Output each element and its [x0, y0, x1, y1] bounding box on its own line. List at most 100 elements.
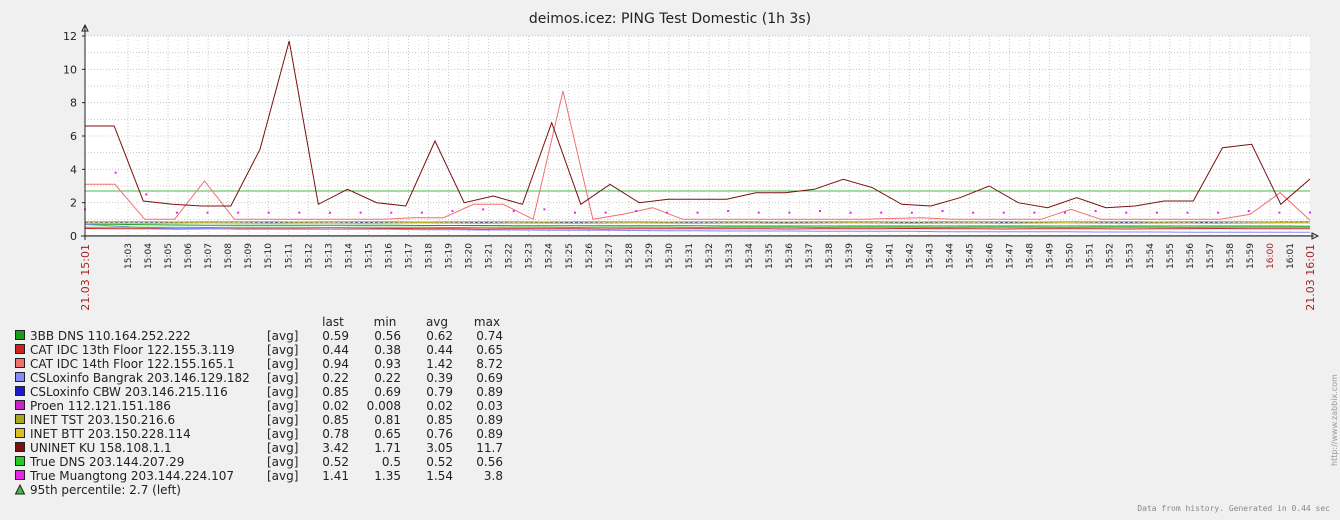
legend-avg-value: 0.39: [426, 371, 453, 385]
legend-func: [avg]: [267, 385, 298, 399]
series-point: [1156, 212, 1158, 214]
legend-func: [avg]: [267, 357, 298, 371]
legend-series-name: 3BB DNS 110.164.252.222: [30, 329, 191, 343]
legend-min-value: 1.71: [374, 441, 401, 455]
x-tick-label: 15:57: [1206, 243, 1216, 269]
legend-avg-value: 0.85: [426, 413, 453, 427]
series-point: [1095, 210, 1097, 212]
y-tick-label: 0: [70, 230, 77, 243]
legend-min-value: 0.93: [374, 357, 401, 371]
legend-max-value: 0.74: [476, 329, 503, 343]
legend-last-value: 0.59: [322, 329, 349, 343]
x-tick-label: 15:44: [945, 243, 955, 269]
legend-min-value: 0.56: [374, 329, 401, 343]
legend-last-value: 0.44: [322, 343, 349, 357]
x-tick-label: 15:22: [505, 243, 515, 269]
legend-last-value: 1.41: [322, 469, 349, 483]
x-tick-label: 15:34: [745, 243, 755, 269]
legend-avg-value: 1.54: [426, 469, 453, 483]
legend-series-name: UNINET KU 158.108.1.1: [30, 441, 172, 455]
legend: lastminavgmax3BB DNS 110.164.252.222[avg…: [16, 315, 504, 497]
legend-max-value: 8.72: [476, 357, 503, 371]
legend-min-value: 0.22: [374, 371, 401, 385]
x-tick-label: 15:03: [124, 243, 134, 269]
x-tick-label: 15:55: [1166, 243, 1176, 269]
percentile-triangle-icon: [16, 485, 25, 494]
y-tick-label: 10: [63, 63, 77, 76]
series-point: [697, 212, 699, 214]
legend-avg-value: 0.79: [426, 385, 453, 399]
x-tick-label: 15:46: [985, 243, 995, 269]
legend-last-value: 3.42: [322, 441, 349, 455]
grid: [85, 36, 1310, 236]
legend-avg-value: 0.62: [426, 329, 453, 343]
legend-series-name: CSLoxinfo CBW 203.146.215.116: [30, 385, 228, 399]
legend-func: [avg]: [267, 371, 298, 385]
legend-min-value: 0.008: [367, 399, 401, 413]
series-point: [329, 212, 331, 214]
series-point: [1064, 212, 1066, 214]
series-point: [1125, 212, 1127, 214]
series-point: [268, 212, 270, 214]
x-tick-label: 15:04: [144, 243, 154, 269]
series-point: [1309, 212, 1311, 214]
x-tick-label: 15:05: [164, 243, 174, 269]
legend-swatch: [16, 471, 25, 480]
x-tick-label: 15:17: [404, 243, 414, 269]
legend-last-value: 0.78: [322, 427, 349, 441]
legend-min-value: 1.35: [374, 469, 401, 483]
legend-max-value: 0.65: [476, 343, 503, 357]
series-point: [880, 212, 882, 214]
legend-func: [avg]: [267, 343, 298, 357]
legend-max-value: 0.69: [476, 371, 503, 385]
x-tick-label: 15:13: [324, 243, 334, 269]
x-tick-label: 15:12: [304, 243, 314, 269]
ping-graph: deimos.icez: PING Test Domestic (1h 3s) …: [0, 0, 1340, 516]
x-tick-label: 15:08: [224, 243, 234, 269]
series-point: [574, 212, 576, 214]
x-tick-label: 15:25: [565, 243, 575, 269]
x-tick-label: 15:09: [244, 243, 254, 269]
generation-note: Data from history. Generated in 0.44 sec: [1137, 504, 1330, 513]
legend-series-name: True DNS 203.144.207.29: [29, 455, 184, 469]
series-point: [298, 212, 300, 214]
x-tick-label: 15:15: [364, 243, 374, 269]
x-tick-label: 15:50: [1066, 243, 1076, 269]
legend-avg-value: 0.76: [426, 427, 453, 441]
legend-swatch: [16, 359, 25, 368]
x-tick-label: 15:31: [685, 243, 695, 269]
legend-header-max: max: [474, 315, 500, 329]
series-point: [1003, 212, 1005, 214]
x-tick-label: 15:07: [204, 243, 214, 269]
x-tick-label: 15:37: [805, 243, 815, 269]
legend-swatch: [16, 331, 25, 340]
x-tick-label: 15:41: [885, 243, 895, 269]
series-point: [1033, 212, 1035, 214]
series-point: [666, 212, 668, 214]
legend-avg-value: 3.05: [426, 441, 453, 455]
legend-func: [avg]: [267, 413, 298, 427]
x-tick-label: 15:16: [384, 243, 394, 269]
zabbix-link-text[interactable]: http://www.zabbix.com: [1330, 374, 1339, 466]
legend-series-name: Proen 112.121.151.186: [30, 399, 171, 413]
x-tick-label: 15:06: [184, 243, 194, 269]
series-line: [85, 223, 1310, 224]
x-tick-label: 15:32: [705, 243, 715, 269]
legend-series-name: CAT IDC 13th Floor 122.155.3.119: [30, 343, 235, 357]
legend-func: [avg]: [267, 441, 298, 455]
legend-avg-value: 0.44: [426, 343, 453, 357]
x-tick-label: 15:18: [425, 243, 435, 269]
legend-max-value: 11.7: [476, 441, 503, 455]
x-tick-label: 15:39: [845, 243, 855, 269]
series-point: [1248, 210, 1250, 212]
series-point: [452, 210, 454, 212]
series-point: [482, 208, 484, 210]
series-point: [911, 212, 913, 214]
legend-header-avg: avg: [426, 315, 448, 329]
x-tick-label: 15:28: [625, 243, 635, 269]
legend-max-value: 3.8: [484, 469, 503, 483]
x-tick-label: 15:26: [585, 243, 595, 269]
legend-series-name: CAT IDC 14th Floor 122.155.165.1: [30, 357, 235, 371]
legend-min-value: 0.65: [374, 427, 401, 441]
series-point: [145, 193, 147, 195]
